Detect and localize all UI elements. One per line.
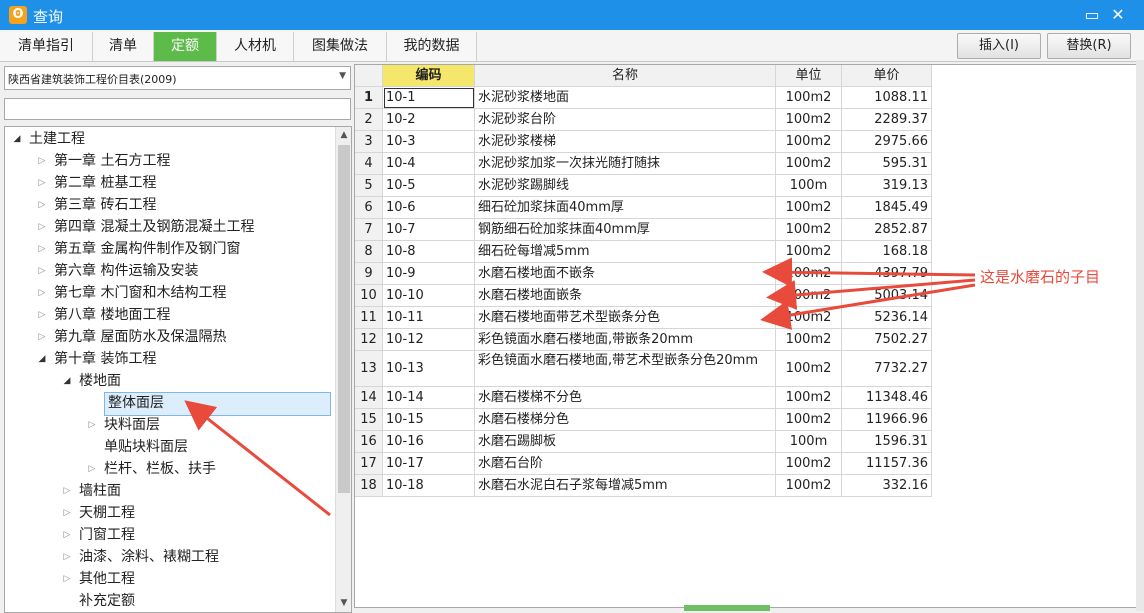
arrow-to-tree-node [184,400,331,517]
arrow-to-row-9 [762,257,976,288]
annotation-arrows [184,257,976,517]
annotation-label: 这是水磨石的子目 [980,268,1101,286]
